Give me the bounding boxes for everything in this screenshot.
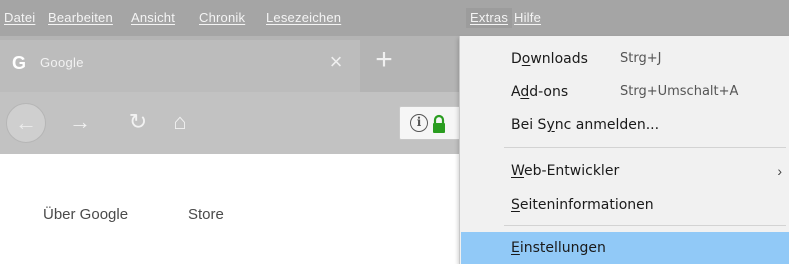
menu-item-downloads[interactable]: Downloads Strg+J bbox=[461, 45, 789, 73]
shortcut-downloads: Strg+J bbox=[620, 51, 662, 66]
menu-lesezeichen[interactable]: Lesezeichen bbox=[266, 8, 341, 28]
menu-item-einstellungen[interactable]: Einstellungen bbox=[461, 232, 789, 264]
tab-close-icon[interactable]: × bbox=[322, 48, 350, 76]
menu-extras[interactable]: Extras bbox=[466, 8, 513, 28]
menu-chronik[interactable]: Chronik bbox=[199, 8, 245, 28]
menu-item-seiteninformationen[interactable]: Seiteninformationen bbox=[461, 191, 789, 219]
menu-ansicht[interactable]: Ansicht bbox=[131, 8, 175, 28]
reload-icon[interactable]: ↻ bbox=[124, 108, 152, 136]
menu-separator bbox=[504, 147, 786, 148]
home-icon[interactable]: ⌂ bbox=[166, 108, 194, 136]
link-store[interactable]: Store bbox=[188, 206, 224, 223]
google-g-icon: G bbox=[12, 53, 27, 73]
shortcut-addons: Strg+Umschalt+A bbox=[620, 84, 739, 99]
menu-hilfe[interactable]: Hilfe bbox=[514, 8, 541, 28]
menu-item-addons[interactable]: Add-ons Strg+Umschalt+A bbox=[461, 78, 789, 106]
menu-item-web-entwickler[interactable]: Web-Entwickler › bbox=[461, 157, 789, 185]
menu-bar: Datei Bearbeiten Ansicht Chronik Lesezei… bbox=[0, 0, 789, 36]
tab-google[interactable]: G Google × bbox=[0, 40, 360, 92]
lock-icon bbox=[433, 114, 445, 133]
info-icon[interactable]: i bbox=[410, 114, 428, 132]
submenu-arrow-icon: › bbox=[777, 163, 782, 179]
menu-bearbeiten[interactable]: Bearbeiten bbox=[48, 8, 113, 28]
link-ueber-google[interactable]: Über Google bbox=[43, 206, 128, 223]
tab-title: Google bbox=[40, 55, 84, 70]
back-arrow-icon[interactable]: ← bbox=[6, 103, 46, 143]
menu-datei[interactable]: Datei bbox=[4, 8, 35, 28]
menu-separator bbox=[504, 225, 786, 226]
forward-arrow-icon[interactable]: → bbox=[66, 108, 94, 136]
extras-dropdown-menu: Downloads Strg+J Add-ons Strg+Umschalt+A… bbox=[459, 36, 789, 264]
menu-item-sync[interactable]: Bei Sync anmelden... bbox=[461, 111, 789, 139]
new-tab-button[interactable]: + bbox=[364, 40, 404, 84]
